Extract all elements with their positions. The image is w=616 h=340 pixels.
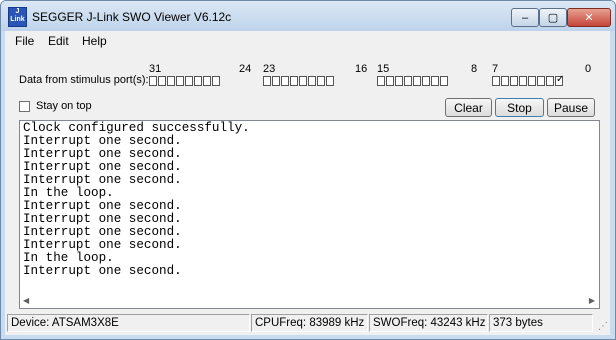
stimulus-port-17-checkbox[interactable] [317,76,325,86]
stimulus-port-18-checkbox[interactable] [308,76,316,86]
menu-file[interactable]: File [15,34,34,48]
stimulus-port-5-checkbox[interactable] [510,76,518,86]
stimulus-port-0-checkbox[interactable] [555,74,564,86]
output-text: Clock configured successfully. Interrupt … [23,122,250,278]
stimulus-port-31-checkbox[interactable] [149,76,157,86]
stay-on-top-checkbox[interactable]: Stay on top [19,100,92,112]
status-cpu-freq: CPUFreq: 83989 kHz [251,314,368,332]
stimulus-port-25-checkbox[interactable] [203,76,211,86]
jlink-app-icon: J Link [8,7,27,27]
status-bytes: 373 bytes [489,314,593,332]
client-area: File Edit Help 31 24 23 16 15 8 7 0 Data… [5,31,610,335]
scroll-left-icon[interactable]: ◀ [23,296,29,305]
stimulus-port-3-checkbox[interactable] [528,76,536,86]
stimulus-port-7-checkbox[interactable] [492,76,500,86]
scroll-right-icon[interactable]: ▶ [589,296,595,305]
pause-button[interactable]: Pause [547,98,595,117]
port-group-31-24 [149,76,221,88]
title-bar[interactable]: J Link SEGGER J-Link SWO Viewer V6.12c – … [1,1,615,31]
stimulus-port-28-checkbox[interactable] [176,76,184,86]
stimulus-port-10-checkbox[interactable] [422,76,430,86]
output-line: Interrupt one second. [23,264,182,278]
stimulus-port-16-checkbox[interactable] [326,76,334,86]
stimulus-port-14-checkbox[interactable] [386,76,394,86]
horizontal-scrollbar[interactable]: ◀ ▶ [20,296,599,308]
port-number-23: 23 [263,63,276,75]
stimulus-port-23-checkbox[interactable] [263,76,271,86]
stay-on-top-box[interactable] [19,100,30,112]
maximize-button[interactable]: ▢ [539,8,567,27]
stimulus-port-22-checkbox[interactable] [272,76,280,86]
stop-button[interactable]: Stop [495,98,544,117]
stimulus-port-4-checkbox[interactable] [519,76,527,86]
port-number-16: 16 [355,63,368,75]
close-button[interactable]: ✕ [567,8,611,27]
app-window: J Link SEGGER J-Link SWO Viewer V6.12c – … [0,0,616,340]
port-number-31: 31 [149,63,162,75]
stimulus-port-15-checkbox[interactable] [377,76,385,86]
menu-help[interactable]: Help [82,34,107,48]
port-number-8: 8 [471,63,478,75]
menu-bar: File Edit Help [5,31,610,51]
window-title: SEGGER J-Link SWO Viewer V6.12c [32,10,232,24]
port-group-15-8 [377,76,449,88]
stimulus-port-24-checkbox[interactable] [212,76,220,86]
port-group-23-16 [263,76,335,88]
clear-button[interactable]: Clear [445,98,492,117]
swo-output-textarea[interactable]: Clock configured successfully. Interrupt … [19,120,600,309]
resize-grip-icon[interactable]: ⋰ [598,321,608,332]
status-swo-freq: SWOFreq: 43243 kHz [369,314,488,332]
stay-on-top-label: Stay on top [36,100,92,112]
stimulus-port-12-checkbox[interactable] [404,76,412,86]
stimulus-port-21-checkbox[interactable] [281,76,289,86]
stimulus-port-19-checkbox[interactable] [299,76,307,86]
menu-edit[interactable]: Edit [48,34,69,48]
port-group-7-0 [492,74,564,88]
status-bar: Device: ATSAM3X8E CPUFreq: 83989 kHz SWO… [5,312,610,334]
port-number-15: 15 [377,63,390,75]
stimulus-port-2-checkbox[interactable] [537,76,545,86]
stimulus-ports-label: Data from stimulus port(s): [19,74,149,86]
stimulus-port-27-checkbox[interactable] [185,76,193,86]
stimulus-port-6-checkbox[interactable] [501,76,509,86]
stimulus-port-30-checkbox[interactable] [158,76,166,86]
stimulus-port-9-checkbox[interactable] [431,76,439,86]
port-number-7: 7 [492,63,499,75]
stimulus-port-29-checkbox[interactable] [167,76,175,86]
stimulus-port-8-checkbox[interactable] [440,76,448,86]
minimize-button[interactable]: – [511,8,539,27]
stimulus-port-26-checkbox[interactable] [194,76,202,86]
stimulus-port-13-checkbox[interactable] [395,76,403,86]
stimulus-port-1-checkbox[interactable] [546,76,554,86]
port-number-24: 24 [239,63,252,75]
status-device: Device: ATSAM3X8E [7,314,250,332]
stimulus-port-11-checkbox[interactable] [413,76,421,86]
stimulus-port-20-checkbox[interactable] [290,76,298,86]
port-number-0: 0 [585,63,592,75]
